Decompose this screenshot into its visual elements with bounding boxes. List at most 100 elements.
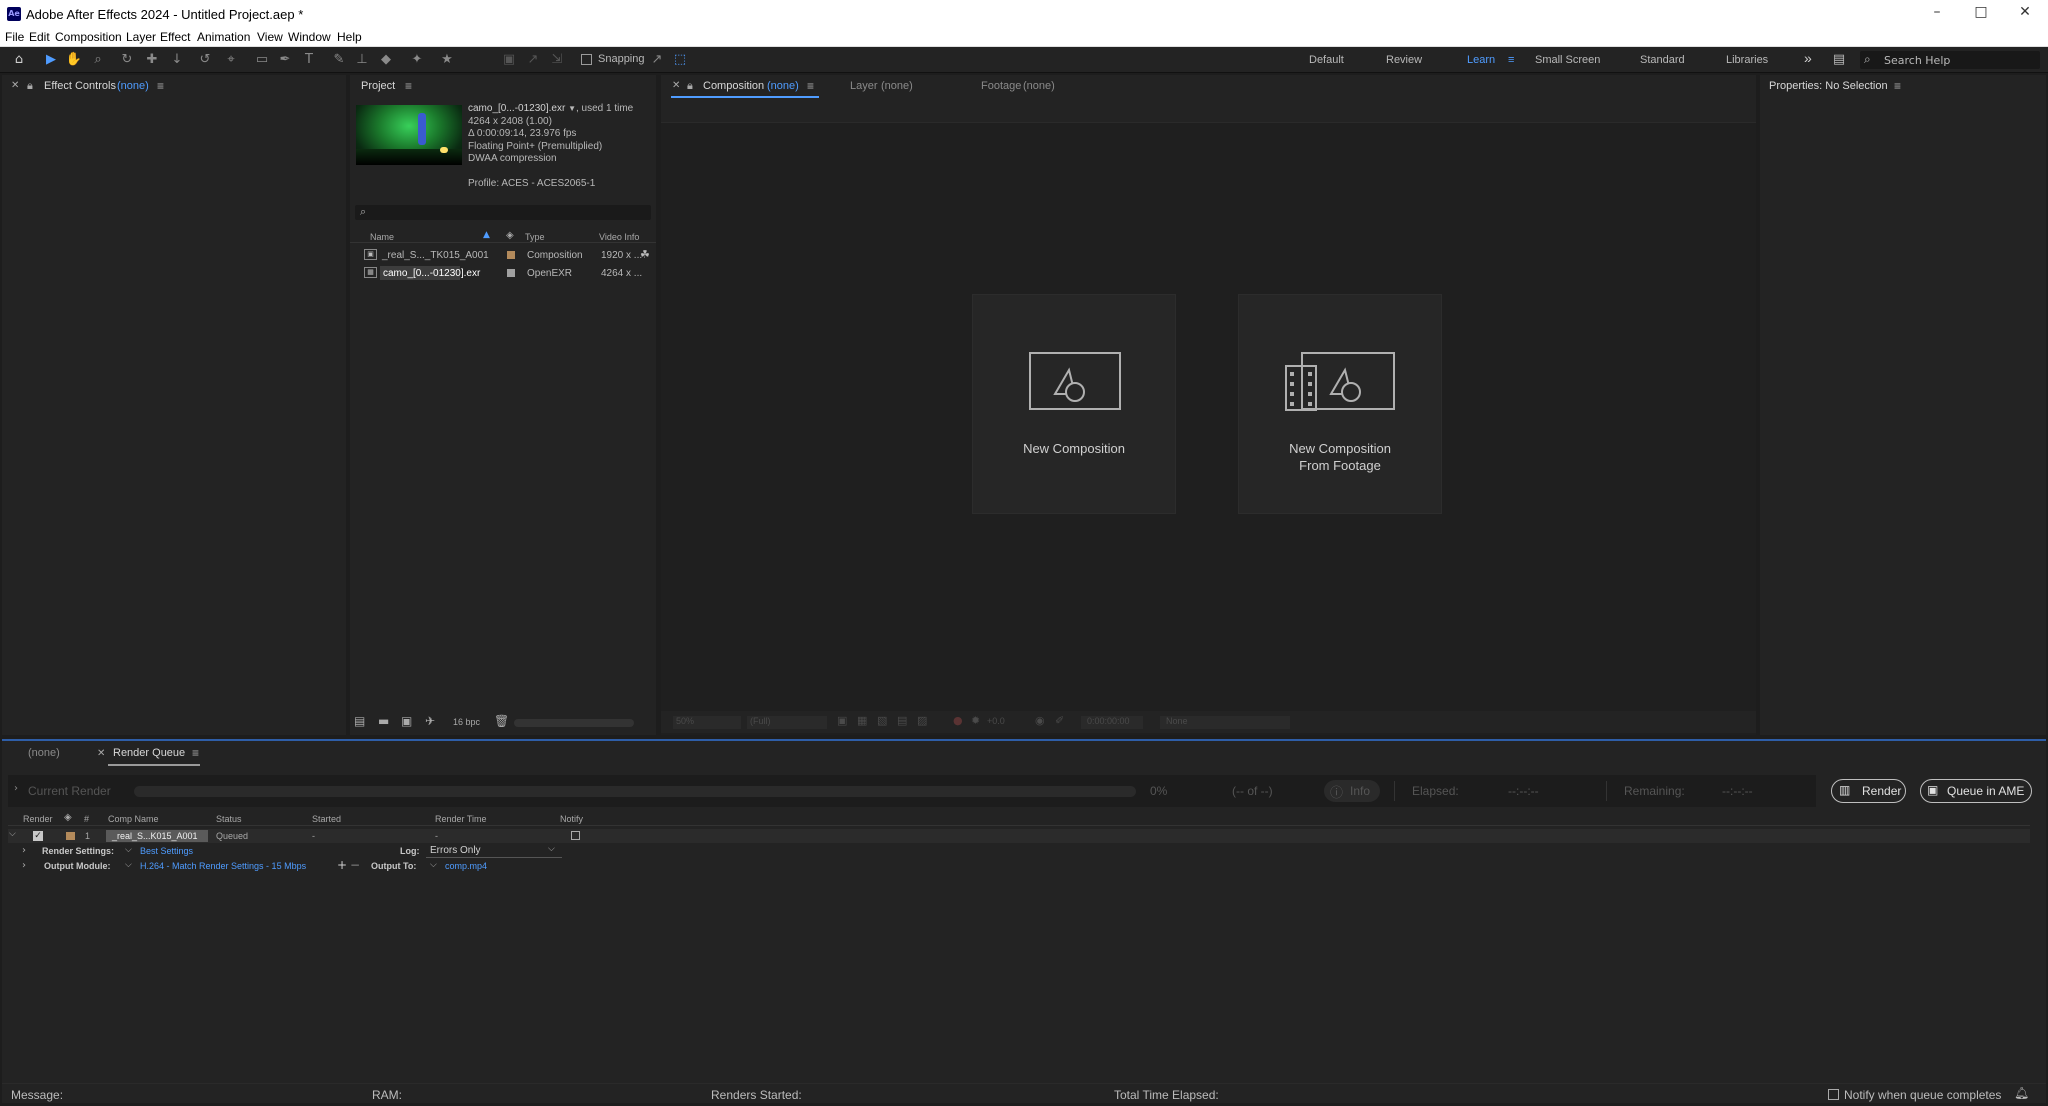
column-started[interactable]: Started: [312, 814, 341, 824]
view-dropdown[interactable]: None: [1160, 716, 1290, 729]
lock-icon[interactable]: 🔒︎: [27, 80, 33, 93]
column-comp-name[interactable]: Comp Name: [108, 814, 159, 824]
column-notify[interactable]: Notify: [560, 814, 583, 824]
effect-controls-title[interactable]: Effect Controls: [44, 80, 116, 92]
tab-none[interactable]: (none): [28, 747, 60, 759]
info-button[interactable]: ⓘ Info: [1324, 780, 1380, 802]
workspace-standard[interactable]: Standard: [1640, 54, 1685, 66]
dropdown-icon[interactable]: ⌵: [125, 860, 132, 870]
magnification-dropdown[interactable]: 50%: [673, 716, 741, 729]
grid-guides-icon[interactable]: ▤: [897, 714, 907, 727]
home-icon[interactable]: ⌂: [10, 51, 28, 69]
sort-ascending-icon[interactable]: ▲: [483, 230, 490, 240]
column-video-info[interactable]: Video Info: [599, 232, 639, 242]
column-status[interactable]: Status: [216, 814, 242, 824]
render-settings-value[interactable]: Best Settings: [140, 846, 193, 856]
label-color-swatch[interactable]: [507, 269, 515, 277]
expand-chevron-icon[interactable]: ›: [22, 845, 26, 856]
project-item[interactable]: ▦ camo_[0...-01230].exr OpenEXR 4264 x .…: [350, 265, 656, 283]
panel-menu-icon[interactable]: ≡: [807, 79, 814, 93]
panel-menu-icon[interactable]: ≡: [192, 746, 199, 760]
color-channel-icon[interactable]: ●: [953, 714, 963, 727]
eraser-tool-icon[interactable]: ◆: [377, 51, 395, 69]
snapshot-icon[interactable]: ◉: [1035, 714, 1045, 727]
lock-icon[interactable]: 🔒︎: [687, 80, 693, 93]
more-workspaces-icon[interactable]: »: [1804, 50, 1812, 66]
new-composition-icon[interactable]: ▣: [401, 714, 412, 728]
snap-edges-icon[interactable]: ↗: [648, 51, 666, 69]
workspace-libraries[interactable]: Libraries: [1726, 54, 1768, 66]
axis-icon[interactable]: ↗: [524, 51, 542, 69]
interpret-footage-icon[interactable]: ▤: [354, 714, 365, 728]
clone-tool-icon[interactable]: ⊥: [353, 51, 371, 69]
column-render-time[interactable]: Render Time: [435, 814, 487, 824]
show-snapshot-icon[interactable]: ✐: [1055, 714, 1064, 727]
pen-tool-icon[interactable]: ✒: [276, 51, 294, 69]
render-checkbox[interactable]: ✓: [33, 831, 43, 841]
add-output-module-icon[interactable]: +: [337, 858, 347, 872]
output-to-value[interactable]: comp.mp4: [445, 861, 487, 871]
menu-window[interactable]: Window: [288, 30, 331, 44]
render-button[interactable]: ▥ Render: [1831, 779, 1906, 803]
properties-title[interactable]: Properties: No Selection: [1769, 80, 1888, 92]
notify-queue-checkbox[interactable]: [1828, 1089, 1839, 1100]
adjust-settings-icon[interactable]: ✈: [425, 714, 435, 728]
rotation-tool-icon[interactable]: ↺: [196, 51, 214, 69]
bit-depth-button[interactable]: 16 bpc: [453, 717, 480, 727]
region-of-interest-icon[interactable]: ▣: [837, 714, 847, 727]
resolution-dropdown[interactable]: (Full): [747, 716, 827, 729]
workspace-learn[interactable]: Learn: [1467, 54, 1495, 66]
minimize-icon[interactable]: –: [1922, 4, 1952, 24]
notify-checkbox[interactable]: [571, 831, 580, 840]
menu-animation[interactable]: Animation: [197, 30, 250, 44]
channel-icon[interactable]: ▨: [917, 714, 927, 727]
expand-chevron-icon[interactable]: ›: [14, 783, 18, 794]
new-folder-icon[interactable]: ▬: [378, 714, 389, 728]
workspace-review[interactable]: Review: [1386, 54, 1422, 66]
column-name[interactable]: Name: [370, 232, 394, 242]
panel-menu-icon[interactable]: ≡: [405, 79, 412, 93]
rectangle-tool-icon[interactable]: ▭: [253, 51, 271, 69]
tab-footage[interactable]: Footage: [981, 80, 1021, 92]
tab-layer[interactable]: Layer: [850, 80, 878, 92]
world-axis-icon[interactable]: ⇲: [548, 51, 566, 69]
remove-output-module-icon[interactable]: −: [350, 858, 360, 872]
tab-composition[interactable]: Composition: [703, 80, 764, 92]
menu-view[interactable]: View: [257, 30, 283, 44]
workspace-menu-icon[interactable]: ≡: [1508, 54, 1514, 66]
queue-in-ame-button[interactable]: ▣ Queue in AME: [1920, 779, 2032, 803]
queue-item-row[interactable]: ⌵ ✓ 1 _real_S...K015_A001 Queued - -: [8, 829, 2030, 843]
exposure-value[interactable]: +0.0: [987, 716, 1005, 726]
close-panel-icon[interactable]: ✕: [11, 80, 19, 91]
zoom-tool-icon[interactable]: ⌕: [89, 51, 107, 69]
panel-menu-icon[interactable]: ≡: [1894, 79, 1901, 93]
maximize-icon[interactable]: □: [1966, 4, 1996, 24]
puppet-tool-icon[interactable]: ★: [438, 51, 456, 69]
close-icon[interactable]: ✕: [2010, 4, 2040, 24]
label-tag-icon[interactable]: ◈: [64, 812, 72, 823]
transparency-grid-icon[interactable]: ▦: [857, 714, 867, 727]
project-title[interactable]: Project: [361, 80, 395, 92]
column-type[interactable]: Type: [525, 232, 545, 242]
exposure-icon[interactable]: ✹: [971, 714, 980, 727]
queue-item-comp-name[interactable]: _real_S...K015_A001: [112, 831, 198, 841]
close-panel-icon[interactable]: ✕: [672, 80, 680, 91]
project-item[interactable]: ▣ _real_S..._TK015_A001 Composition 1920…: [350, 247, 656, 265]
dropdown-icon[interactable]: ⌵: [430, 860, 437, 870]
menu-composition[interactable]: Composition: [55, 30, 122, 44]
output-module-value[interactable]: H.264 - Match Render Settings - 15 Mbps: [140, 861, 306, 871]
workspace-small-screen[interactable]: Small Screen: [1535, 54, 1600, 66]
workspace-default[interactable]: Default: [1309, 54, 1344, 66]
tab-render-queue[interactable]: Render Queue: [113, 747, 185, 759]
panel-layout-icon[interactable]: ▤: [1830, 51, 1848, 69]
mask-visibility-icon[interactable]: ▧: [877, 714, 887, 727]
align-icon[interactable]: ▣: [500, 51, 518, 69]
project-search-input[interactable]: ⌕: [355, 205, 651, 220]
snapping-checkbox[interactable]: [581, 54, 592, 65]
trash-icon[interactable]: 🗑︎: [494, 714, 509, 728]
column-number[interactable]: #: [84, 814, 89, 824]
hand-tool-icon[interactable]: ✋: [65, 51, 83, 69]
label-tag-icon[interactable]: ◈: [506, 230, 514, 241]
flowchart-icon[interactable]: ☘: [640, 248, 650, 261]
current-time-field[interactable]: 0:00:00:00: [1081, 716, 1143, 729]
